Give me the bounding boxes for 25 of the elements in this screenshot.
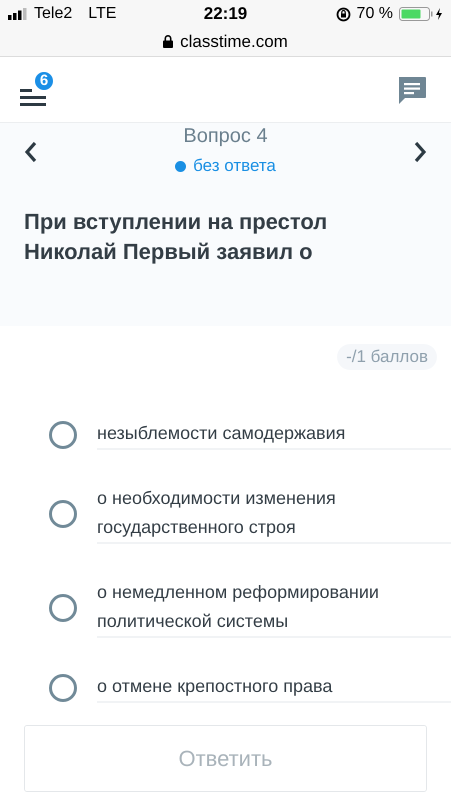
signal-icon [8, 8, 28, 20]
menu-icon[interactable] [20, 86, 46, 106]
option-label[interactable]: незыблемости самодержавия [97, 419, 451, 450]
option-label[interactable]: о отмене крепостного права [97, 672, 451, 703]
option-label[interactable]: о немедленном реформировании политической системы [97, 578, 451, 638]
score-label: -/1 баллов [337, 344, 437, 370]
battery-icon [399, 7, 444, 21]
carrier-name: Tele2 [34, 5, 72, 23]
radio-button[interactable] [49, 594, 77, 622]
notification-badge: 6 [33, 70, 55, 92]
rotation-lock-icon [336, 6, 351, 22]
battery-percent: 70 % [356, 5, 394, 23]
status-dot [175, 160, 186, 172]
radio-button[interactable] [49, 500, 77, 528]
network-type: LTE [88, 5, 116, 23]
page-url[interactable]: classtime.com [180, 32, 288, 52]
radio-button[interactable] [49, 420, 77, 448]
question-text: При вступлении на престол Николай Первый заявил о [24, 208, 328, 266]
clock-time: 22:19 [204, 4, 248, 24]
question-title: Вопрос 4 [183, 126, 268, 146]
chat-icon[interactable] [397, 74, 427, 104]
radio-button[interactable] [49, 674, 77, 702]
lock-icon [163, 35, 174, 48]
option-label[interactable]: о необходимости изменения государственного строя [97, 484, 451, 544]
answer-status: без ответа [193, 156, 276, 176]
